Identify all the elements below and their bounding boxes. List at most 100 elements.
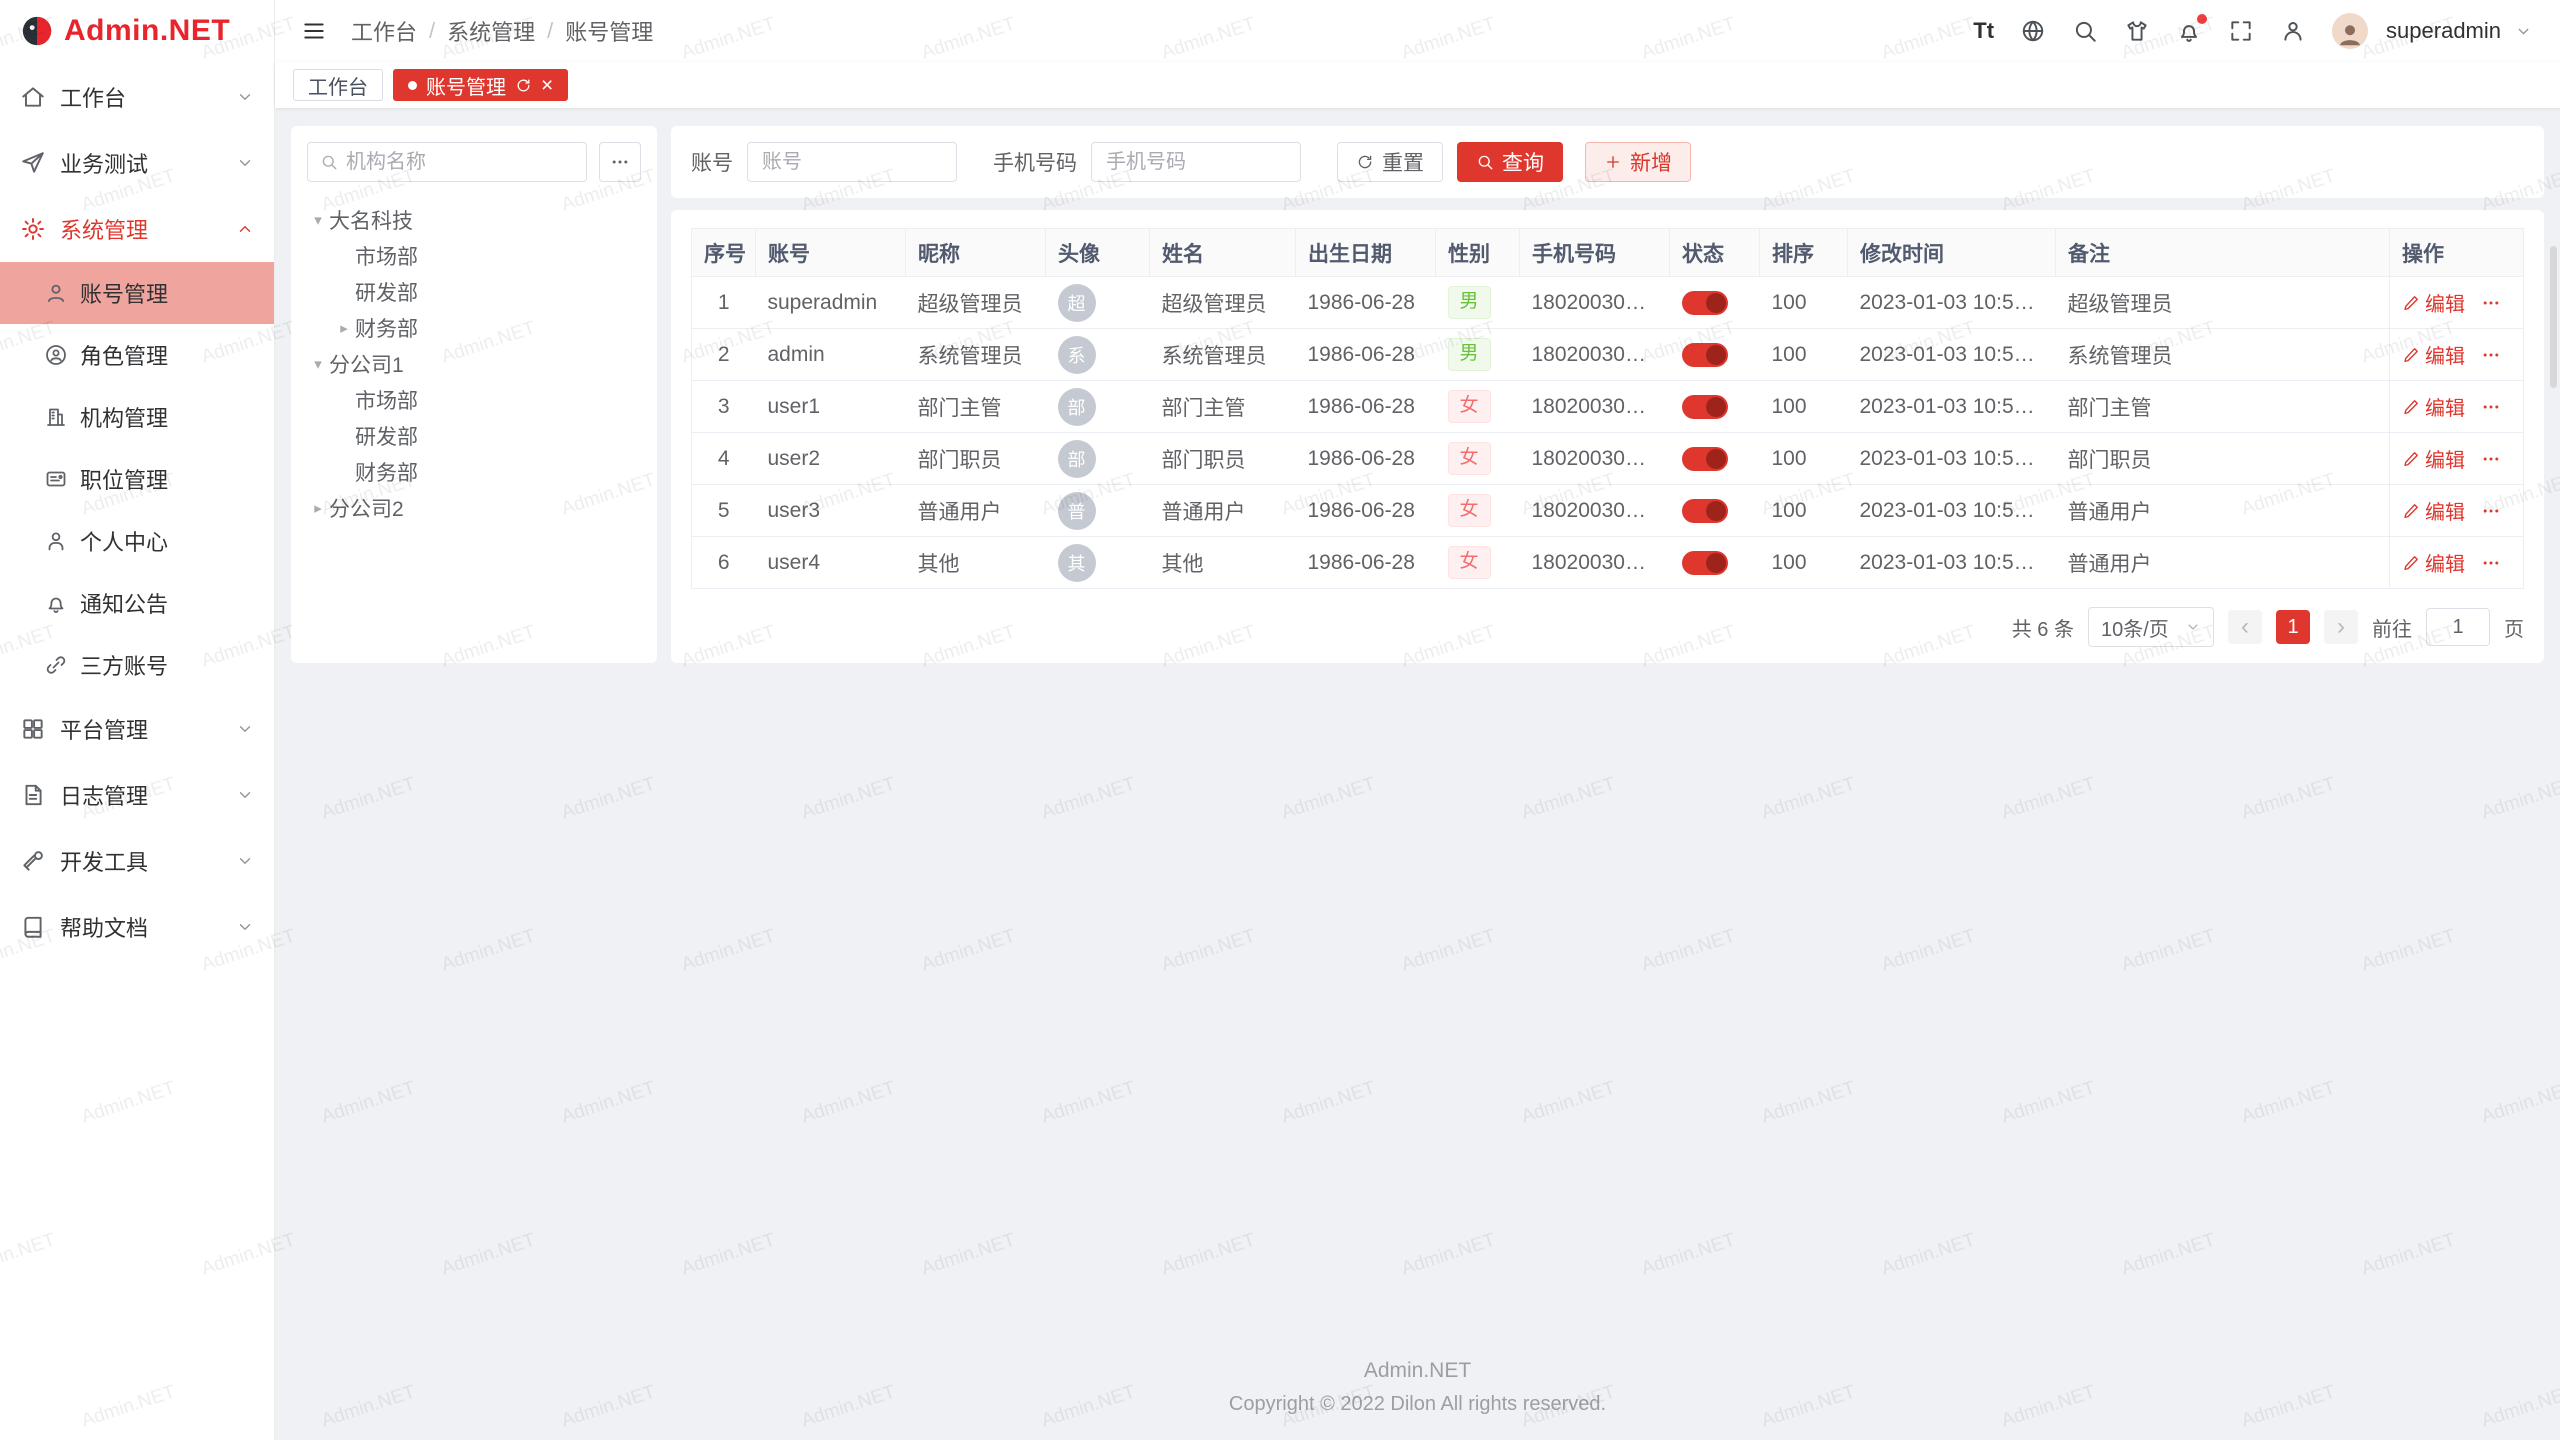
tree-node-label: 分公司2 xyxy=(329,493,404,523)
page-number-button[interactable]: 1 xyxy=(2276,610,2310,644)
hamburger-menu-icon[interactable] xyxy=(301,18,327,44)
phone-input[interactable] xyxy=(1091,142,1301,182)
user-avatar[interactable] xyxy=(2332,13,2368,49)
font-size-icon[interactable]: Tt xyxy=(1973,18,1994,44)
status-toggle[interactable] xyxy=(1682,395,1728,419)
goto-page-input[interactable] xyxy=(2426,608,2490,646)
edit-button[interactable]: 编辑 xyxy=(2402,548,2465,577)
row-avatar: 部 xyxy=(1058,440,1096,478)
username[interactable]: superadmin xyxy=(2386,18,2501,44)
tree-node[interactable]: ▾大名科技 xyxy=(307,202,641,238)
tree-node[interactable]: 财务部 xyxy=(307,454,641,490)
status-toggle[interactable] xyxy=(1682,551,1728,575)
org-more-button[interactable] xyxy=(599,142,641,182)
grid-icon xyxy=(20,716,46,742)
page-size-select[interactable]: 10条/页 xyxy=(2088,607,2214,647)
language-icon[interactable] xyxy=(2020,18,2046,44)
cell-sort: 100 xyxy=(1760,381,1848,433)
sidebar-item-platform-manage[interactable]: 平台管理 xyxy=(0,696,274,762)
reset-button[interactable]: 重置 xyxy=(1337,142,1443,182)
tab-close-icon[interactable]: × xyxy=(541,75,553,96)
prev-page-button[interactable]: ‹ xyxy=(2228,610,2262,644)
next-page-button[interactable]: › xyxy=(2324,610,2358,644)
row-more-button[interactable] xyxy=(2481,553,2501,573)
fullscreen-icon[interactable] xyxy=(2228,18,2254,44)
status-toggle[interactable] xyxy=(1682,499,1728,523)
row-more-button[interactable] xyxy=(2481,397,2501,417)
tree-node[interactable]: ▸分公司2 xyxy=(307,490,641,526)
row-more-button[interactable] xyxy=(2481,449,2501,469)
breadcrumb: 工作台/系统管理/账号管理 xyxy=(351,15,653,47)
cell-nickname: 超级管理员 xyxy=(906,277,1046,329)
gender-badge: 男 xyxy=(1448,338,1491,371)
sidebar-item-notice[interactable]: 通知公告 xyxy=(0,572,274,634)
tree-node[interactable]: 市场部 xyxy=(307,238,641,274)
sidebar-item-workbench[interactable]: 工作台 xyxy=(0,64,274,130)
notification-icon[interactable] xyxy=(2176,18,2202,44)
app-logo[interactable]: Admin.NET xyxy=(0,0,274,62)
tree-node[interactable]: 研发部 xyxy=(307,274,641,310)
sidebar-item-third-account[interactable]: 三方账号 xyxy=(0,634,274,696)
cell-status xyxy=(1670,433,1760,485)
org-search-input[interactable] xyxy=(346,151,574,174)
sidebar-item-account-manage[interactable]: 账号管理 xyxy=(0,262,274,324)
edit-button[interactable]: 编辑 xyxy=(2402,392,2465,421)
tab-workbench[interactable]: 工作台 xyxy=(293,69,383,101)
tree-node[interactable]: ▸财务部 xyxy=(307,310,641,346)
add-button[interactable]: 新增 xyxy=(1585,142,1691,182)
cell-status xyxy=(1670,381,1760,433)
tree-node-label: 市场部 xyxy=(355,241,418,271)
status-toggle[interactable] xyxy=(1682,291,1728,315)
tree-node-label: 大名科技 xyxy=(329,205,413,235)
sidebar-item-system-manage[interactable]: 系统管理 xyxy=(0,196,274,262)
edit-button[interactable]: 编辑 xyxy=(2402,288,2465,317)
status-toggle[interactable] xyxy=(1682,343,1728,367)
search-button[interactable]: 查询 xyxy=(1457,142,1563,182)
tree-caret-icon[interactable]: ▾ xyxy=(307,355,329,373)
tree-node[interactable]: ▾分公司1 xyxy=(307,346,641,382)
cell-account: admin xyxy=(756,329,906,381)
chevron-down-icon[interactable] xyxy=(2515,23,2532,40)
sidebar-item-role-manage[interactable]: 角色管理 xyxy=(0,324,274,386)
sidebar-item-business-test[interactable]: 业务测试 xyxy=(0,130,274,196)
cell-gender: 女 xyxy=(1436,537,1520,589)
cell-phone: 18020030720 xyxy=(1520,381,1670,433)
scrollbar[interactable] xyxy=(2550,246,2557,388)
sidebar-item-label: 个人中心 xyxy=(80,525,168,557)
cell-nickname: 部门职员 xyxy=(906,433,1046,485)
cell-account: user1 xyxy=(756,381,906,433)
edit-button[interactable]: 编辑 xyxy=(2402,496,2465,525)
row-more-button[interactable] xyxy=(2481,501,2501,521)
sidebar-item-label: 机构管理 xyxy=(80,401,168,433)
breadcrumb-item[interactable]: 系统管理 xyxy=(447,15,535,47)
edit-button[interactable]: 编辑 xyxy=(2402,444,2465,473)
sidebar-item-dev-tools[interactable]: 开发工具 xyxy=(0,828,274,894)
sidebar-item-position-manage[interactable]: 职位管理 xyxy=(0,448,274,510)
cell-remark: 部门主管 xyxy=(2056,381,2390,433)
tab-refresh-icon[interactable] xyxy=(515,77,532,94)
status-toggle[interactable] xyxy=(1682,447,1728,471)
tree-caret-icon[interactable]: ▾ xyxy=(307,211,329,229)
cell-no: 4 xyxy=(692,433,756,485)
sidebar-item-org-manage[interactable]: 机构管理 xyxy=(0,386,274,448)
profile-icon[interactable] xyxy=(2280,18,2306,44)
sidebar-item-help-docs[interactable]: 帮助文档 xyxy=(0,894,274,960)
tab-account-manage[interactable]: 账号管理× xyxy=(393,69,568,101)
cell-gender: 男 xyxy=(1436,277,1520,329)
edit-button[interactable]: 编辑 xyxy=(2402,340,2465,369)
tree-caret-icon[interactable]: ▸ xyxy=(333,319,355,337)
tree-caret-icon[interactable]: ▸ xyxy=(307,499,329,517)
theme-icon[interactable] xyxy=(2124,18,2150,44)
search-icon[interactable] xyxy=(2072,18,2098,44)
sidebar-item-personal-center[interactable]: 个人中心 xyxy=(0,510,274,572)
breadcrumb-item[interactable]: 工作台 xyxy=(351,15,417,47)
row-more-button[interactable] xyxy=(2481,345,2501,365)
row-more-button[interactable] xyxy=(2481,293,2501,313)
tree-node[interactable]: 市场部 xyxy=(307,382,641,418)
chevron-up-icon xyxy=(236,220,254,238)
sidebar-item-log-manage[interactable]: 日志管理 xyxy=(0,762,274,828)
account-input[interactable] xyxy=(747,142,957,182)
sidebar-item-label: 系统管理 xyxy=(60,213,148,245)
tree-node[interactable]: 研发部 xyxy=(307,418,641,454)
cell-remark: 普通用户 xyxy=(2056,537,2390,589)
